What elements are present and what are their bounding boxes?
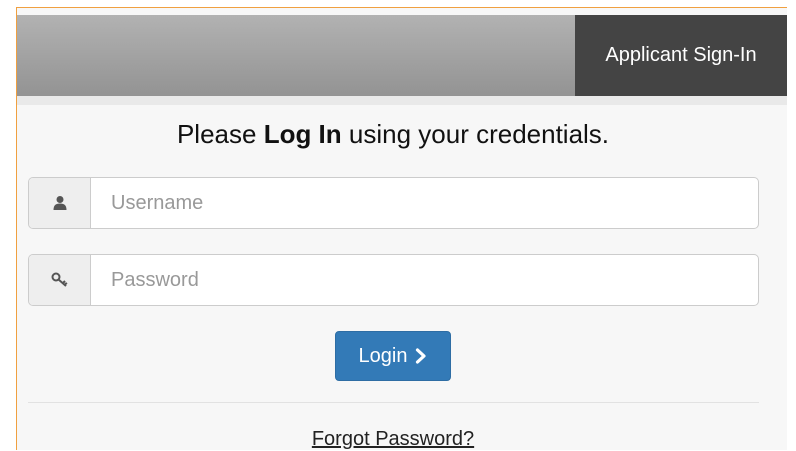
user-icon (29, 178, 91, 228)
chevron-right-icon (415, 348, 427, 364)
header-bar: Applicant Sign-In (17, 15, 787, 96)
forgot-password-row: Forgot Password? (17, 428, 769, 450)
password-input[interactable] (91, 255, 758, 305)
username-input[interactable] (91, 178, 758, 228)
login-frame: Applicant Sign-In Please Log In using yo… (16, 7, 787, 450)
title-suffix: using your credentials. (341, 119, 610, 149)
title-prefix: Please (176, 119, 264, 149)
tab-applicant-sign-in-label: Applicant Sign-In (605, 44, 757, 66)
form-divider (28, 402, 759, 403)
login-button[interactable]: Login (335, 331, 451, 381)
header-divider (17, 96, 787, 105)
forgot-password-link[interactable]: Forgot Password? (312, 428, 474, 450)
login-panel: Please Log In using your credentials. Us… (17, 105, 787, 450)
login-button-label: Login (358, 344, 408, 367)
title-bold: Log In (263, 119, 342, 149)
key-icon (29, 255, 91, 305)
page-title: Please Log In using your credentials. (17, 119, 769, 150)
username-field-group (28, 177, 759, 229)
tab-applicant-sign-in[interactable]: Applicant Sign-In (575, 15, 787, 96)
password-field-group (28, 254, 759, 306)
